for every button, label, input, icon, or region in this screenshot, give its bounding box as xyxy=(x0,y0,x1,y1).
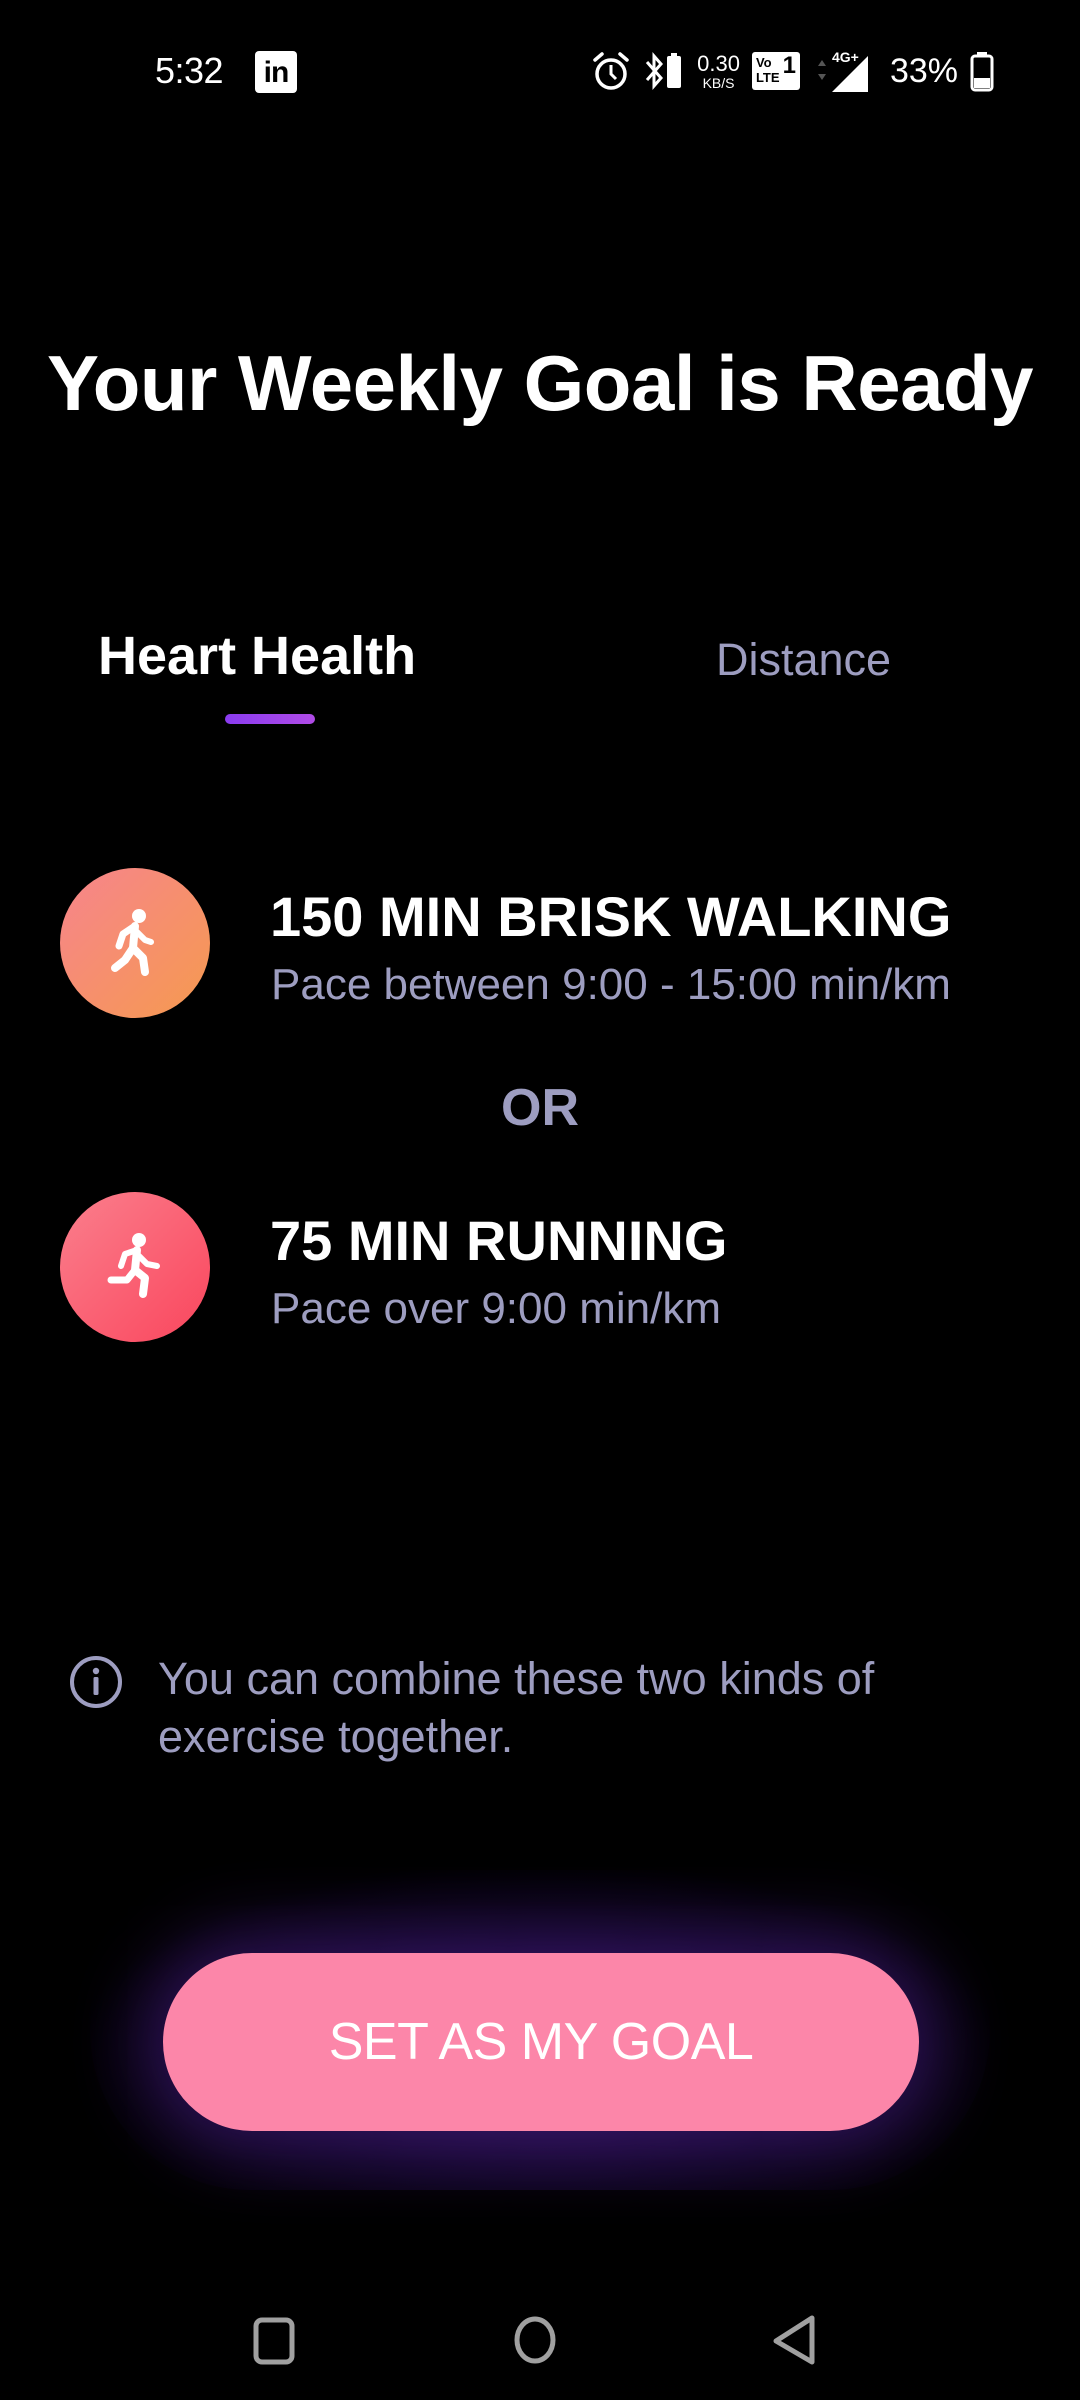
running-icon xyxy=(60,1192,210,1342)
battery-icon xyxy=(970,50,994,92)
status-time: 5:32 xyxy=(155,50,224,91)
volte-icon: Vo LTE 1 xyxy=(751,52,800,90)
page-title: Your Weekly Goal is Ready xyxy=(47,339,1034,427)
status-bar: 5:32 in 0.30 KB/S Vo LTE 1 4G+ 33% xyxy=(0,0,1080,140)
goal-title: 150 MIN BRISK WALKING xyxy=(270,885,952,948)
bluetooth-battery-icon xyxy=(643,50,685,92)
tab-indicator xyxy=(225,714,315,724)
signal-icon: 4G+ xyxy=(812,48,872,94)
alarm-icon xyxy=(591,50,631,92)
linkedin-icon: in xyxy=(255,51,297,93)
network-speed: 0.30 KB/S xyxy=(697,50,740,91)
tab-distance[interactable]: Distance xyxy=(716,634,891,686)
network-type-label: 4G+ xyxy=(832,49,859,65)
or-separator: OR xyxy=(501,1079,579,1137)
tab-heart-health[interactable]: Heart Health xyxy=(98,625,416,687)
info-text: You can combine these two kinds of exerc… xyxy=(158,1653,875,1762)
goal-subtitle: Pace over 9:00 min/km xyxy=(271,1284,721,1333)
back-icon xyxy=(773,2315,815,2365)
info-icon xyxy=(68,1654,124,1710)
status-icons: 0.30 KB/S Vo LTE 1 4G+ 33% xyxy=(591,48,994,94)
home-button[interactable] xyxy=(505,2310,565,2370)
battery-percent: 33% xyxy=(889,51,958,90)
goal-title: 75 MIN RUNNING xyxy=(270,1209,728,1272)
back-button[interactable] xyxy=(765,2310,825,2370)
recents-icon xyxy=(253,2317,295,2365)
walking-icon xyxy=(60,868,210,1018)
system-nav-bar xyxy=(0,2290,1080,2380)
home-icon xyxy=(514,2316,556,2364)
set-goal-button[interactable]: SET AS MY GOAL xyxy=(163,1953,919,2131)
goal-subtitle: Pace between 9:00 - 15:00 min/km xyxy=(271,960,951,1009)
recents-button[interactable] xyxy=(245,2310,305,2370)
